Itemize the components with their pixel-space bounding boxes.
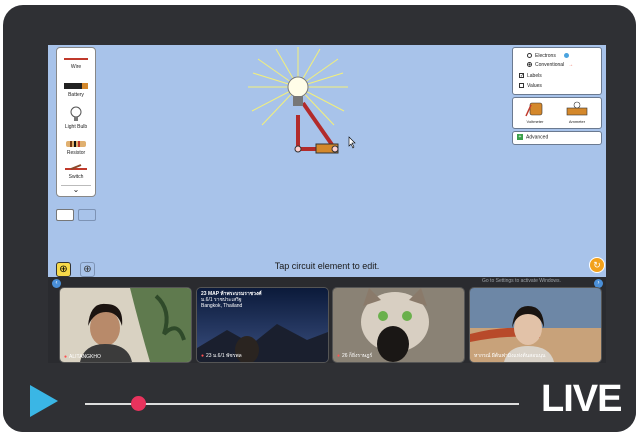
values-label: Values — [527, 83, 542, 89]
circuit-wires — [296, 101, 337, 151]
display-options-panel: Electrons Conventional → ✓ Labels Values — [512, 47, 602, 95]
windows-activation-notice: Go to Settings to activate Windows. — [482, 278, 561, 284]
participant-tile[interactable]: 23 MAP ห้าพระบรมราชวงศ์ ม.6/1 ราชประเสริ… — [196, 287, 329, 363]
caption-sub2: Bangkok, Thailand — [201, 303, 243, 309]
labels-checkbox[interactable]: ✓ — [519, 73, 524, 79]
mouse-cursor-icon — [348, 136, 356, 149]
mic-muted-icon: ● — [64, 354, 68, 360]
conventional-radio[interactable] — [527, 62, 532, 68]
light-bulb-base — [293, 96, 303, 106]
ammeter-tool[interactable]: Ammeter — [561, 101, 593, 124]
participant-video — [333, 288, 464, 362]
ammeter-label: Ammeter — [568, 119, 586, 124]
participant-name: ● 23 ม.6/1 พัชรพล — [201, 353, 242, 359]
status-message: Tap circuit element to edit. — [274, 261, 380, 271]
plus-icon: + — [517, 134, 523, 140]
conventional-option[interactable]: Conventional → — [527, 62, 573, 69]
zoom-in-icon[interactable]: ⊕ — [80, 262, 95, 277]
vertex-right[interactable] — [331, 145, 339, 153]
electrons-radio[interactable] — [527, 53, 532, 59]
progress-track[interactable] — [85, 403, 519, 405]
labels-option[interactable]: ✓ Labels — [519, 73, 542, 80]
participant-name: หากรณ์ ผีต้นฟามิงแห่งต้นสอนนุน — [474, 353, 546, 359]
conventional-label: Conventional — [535, 62, 565, 68]
vertex-left[interactable] — [294, 145, 302, 153]
circuit-simulation[interactable]: Wire Battery Light Bulb Resistor Switch — [48, 45, 606, 277]
play-icon[interactable] — [30, 385, 58, 417]
voltmeter-icon — [525, 102, 543, 117]
participant-video — [470, 288, 601, 362]
electrons-option[interactable]: Electrons — [527, 53, 569, 60]
voltmeter-label: Voltmeter — [526, 119, 544, 124]
electrons-label: Electrons — [535, 53, 556, 59]
video-call-strip: Go to Settings to activate Windows. ‹ › … — [48, 277, 606, 363]
participant-tile[interactable]: ● 26 ก็ยิ่งราษฎร์ — [332, 287, 465, 363]
progress-knob[interactable] — [131, 396, 146, 411]
participant-tile[interactable]: หากรณ์ ผีต้นฟามิงแห่งต้นสอนนุน — [469, 287, 602, 363]
ammeter-icon — [566, 101, 588, 116]
mic-muted-icon: ● — [201, 353, 205, 359]
meters-panel: Voltmeter Ammeter — [512, 97, 602, 129]
zoom-out-icon[interactable]: ⊕ — [56, 262, 71, 277]
labels-label: Labels — [527, 73, 542, 79]
conventional-arrow-icon: → — [568, 62, 574, 68]
virtual-background-caption: 23 MAP ห้าพระบรมราชวงศ์ ม.6/1 ราชประเสริ… — [201, 291, 262, 309]
electron-icon — [563, 53, 569, 59]
video-player-frame: Wire Battery Light Bulb Resistor Switch — [3, 5, 636, 432]
live-label: LIVE — [541, 378, 622, 420]
advanced-label: Advanced — [526, 134, 549, 141]
participant-name: ● ALITANGKHO — [64, 354, 101, 360]
values-checkbox[interactable] — [519, 83, 524, 89]
light-bulb[interactable] — [287, 76, 309, 98]
voltmeter-tool[interactable]: Voltmeter — [521, 101, 549, 124]
player-controls: LIVE — [3, 364, 636, 432]
strip-prev-icon[interactable]: ‹ — [52, 279, 61, 288]
participant-name: ● 26 ก็ยิ่งราษฎร์ — [337, 353, 373, 359]
reset-icon[interactable]: ↻ — [589, 257, 605, 273]
participant-tile[interactable]: ● ALITANGKHO — [59, 287, 192, 363]
advanced-panel[interactable]: + Advanced — [512, 131, 602, 145]
mic-muted-icon: ● — [337, 353, 341, 359]
shared-screen: Wire Battery Light Bulb Resistor Switch — [48, 45, 606, 363]
participant-video — [60, 288, 191, 362]
values-option[interactable]: Values — [519, 83, 542, 90]
advanced-toggle[interactable]: + Advanced — [517, 134, 548, 141]
